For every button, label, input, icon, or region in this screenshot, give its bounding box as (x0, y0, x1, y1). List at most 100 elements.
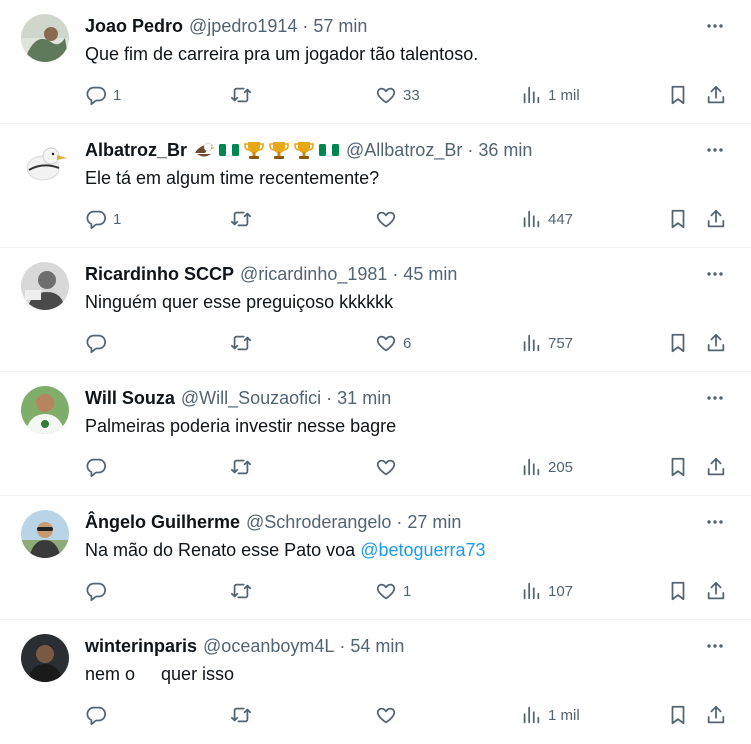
author-name[interactable]: Albatroz_Br (85, 140, 187, 161)
like-button[interactable]: 6 (375, 328, 411, 358)
bookmark-button[interactable] (667, 328, 689, 358)
more-dots-icon (707, 148, 723, 152)
like-button[interactable] (375, 700, 403, 730)
views-button[interactable]: 1 mil (520, 80, 580, 110)
reply-button[interactable]: 1 (85, 80, 121, 110)
timestamp[interactable]: 36 min (478, 140, 532, 161)
tweet-text: Na mão do Renato esse Pato voa @betoguer… (85, 538, 711, 562)
avatar[interactable] (21, 262, 69, 310)
tweet-text-content: Ele tá em algum time recentemente? (85, 168, 380, 188)
retweet-button[interactable] (230, 452, 258, 482)
avatar[interactable] (21, 14, 69, 62)
views-button[interactable]: 205 (520, 452, 573, 482)
reply-button[interactable] (85, 328, 113, 358)
view-count: 757 (548, 334, 574, 352)
trophy-emoji (269, 142, 289, 159)
share-button[interactable] (705, 328, 727, 358)
reply-button[interactable] (85, 700, 113, 730)
avatar[interactable] (21, 510, 69, 558)
more-options-button[interactable] (703, 510, 727, 534)
author-handle[interactable]: @Schroderangelo (246, 512, 391, 533)
like-button[interactable]: 33 (375, 80, 420, 110)
more-dots-icon (707, 272, 723, 276)
like-count: 33 (403, 86, 420, 104)
author-handle[interactable]: @Allbatroz_Br (346, 140, 462, 161)
retweet-icon (230, 459, 252, 475)
more-options-button[interactable] (703, 138, 727, 162)
retweet-button[interactable] (230, 80, 258, 110)
timestamp[interactable]: 57 min (313, 16, 367, 37)
tweet-reply[interactable]: Ricardinho SCCP @ricardinho_1981 · 45 mi… (0, 248, 751, 372)
bookmark-button[interactable] (667, 80, 689, 110)
like-button[interactable] (375, 452, 403, 482)
share-button[interactable] (705, 576, 727, 606)
author-handle[interactable]: @oceanboym4L (203, 636, 334, 657)
tweet-reply[interactable]: Will Souza @Will_Souzaofici · 31 min Pal… (0, 372, 751, 496)
share-button[interactable] (705, 700, 727, 730)
reply-button[interactable] (85, 452, 113, 482)
tweet-text: Ninguém quer esse preguiçoso kkkkkk (85, 290, 711, 314)
like-button[interactable]: 1 (375, 576, 411, 606)
timestamp[interactable]: 27 min (407, 512, 461, 533)
share-button[interactable] (705, 80, 727, 110)
timestamp[interactable]: 45 min (403, 264, 457, 285)
views-button[interactable]: 757 (520, 328, 573, 358)
action-bar: 1 mil (0, 700, 751, 730)
bookmark-button[interactable] (667, 700, 689, 730)
bookmark-button[interactable] (667, 452, 689, 482)
bookmark-button[interactable] (667, 576, 689, 606)
retweet-icon (230, 211, 252, 227)
timestamp[interactable]: 31 min (337, 388, 391, 409)
author-handle[interactable]: @ricardinho_1981 (240, 264, 387, 285)
more-options-button[interactable] (703, 634, 727, 658)
views-button[interactable]: 1 mil (520, 700, 580, 730)
more-options-button[interactable] (703, 14, 727, 38)
reply-button[interactable]: 1 (85, 204, 121, 234)
reply-icon (86, 210, 107, 230)
share-button[interactable] (705, 204, 727, 234)
tweet-reply[interactable]: winterinparis @oceanboym4L · 54 min nem … (0, 620, 751, 744)
avatar[interactable] (21, 138, 69, 186)
tweet-reply[interactable]: Joao Pedro @jpedro1914 · 57 min Que fim … (0, 0, 751, 124)
bookmark-button[interactable] (667, 204, 689, 234)
share-upload-icon (707, 705, 725, 724)
tweet-reply[interactable]: Ângelo Guilherme @Schroderangelo · 27 mi… (0, 496, 751, 620)
tweet-text: Que fim de carreira pra um jogador tão t… (85, 42, 711, 66)
separator-dot: · (339, 635, 346, 656)
timestamp[interactable]: 54 min (350, 636, 404, 657)
avatar[interactable] (21, 386, 69, 434)
author-name[interactable]: Joao Pedro (85, 16, 183, 37)
bookmark-icon (671, 333, 685, 353)
like-button[interactable] (375, 204, 403, 234)
retweet-icon (230, 583, 252, 599)
nigeria-flag-emoji (319, 144, 340, 156)
separator-dot: · (302, 15, 309, 36)
retweet-button[interactable] (230, 328, 258, 358)
retweet-button[interactable] (230, 576, 258, 606)
avatar[interactable] (21, 634, 69, 682)
author-name[interactable]: Will Souza (85, 388, 175, 409)
reply-button[interactable] (85, 576, 113, 606)
retweet-button[interactable] (230, 700, 258, 730)
views-button[interactable]: 447 (520, 204, 573, 234)
name-emojis (193, 139, 340, 161)
reply-count: 1 (113, 210, 122, 228)
mention-link[interactable]: @betoguerra73 (360, 540, 485, 560)
author-handle[interactable]: @Will_Souzaofici (181, 388, 321, 409)
action-bar: 1 107 (0, 576, 751, 606)
share-button[interactable] (705, 452, 727, 482)
more-options-button[interactable] (703, 262, 727, 286)
author-name[interactable]: Ângelo Guilherme (85, 512, 240, 533)
retweet-button[interactable] (230, 204, 258, 234)
author-name[interactable]: winterinparis (85, 636, 197, 657)
reply-icon (86, 582, 107, 602)
views-button[interactable]: 107 (520, 576, 573, 606)
more-dots-icon (707, 396, 723, 400)
share-upload-icon (707, 333, 725, 352)
author-handle[interactable]: @jpedro1914 (189, 16, 297, 37)
nigeria-flag-emoji (219, 144, 240, 156)
tweet-reply[interactable]: Albatroz_Br @Allbatroz_Br · 36 min Ele t… (0, 124, 751, 248)
more-options-button[interactable] (703, 386, 727, 410)
tweet-text: nem o quer isso (85, 662, 711, 686)
author-name[interactable]: Ricardinho SCCP (85, 264, 234, 285)
